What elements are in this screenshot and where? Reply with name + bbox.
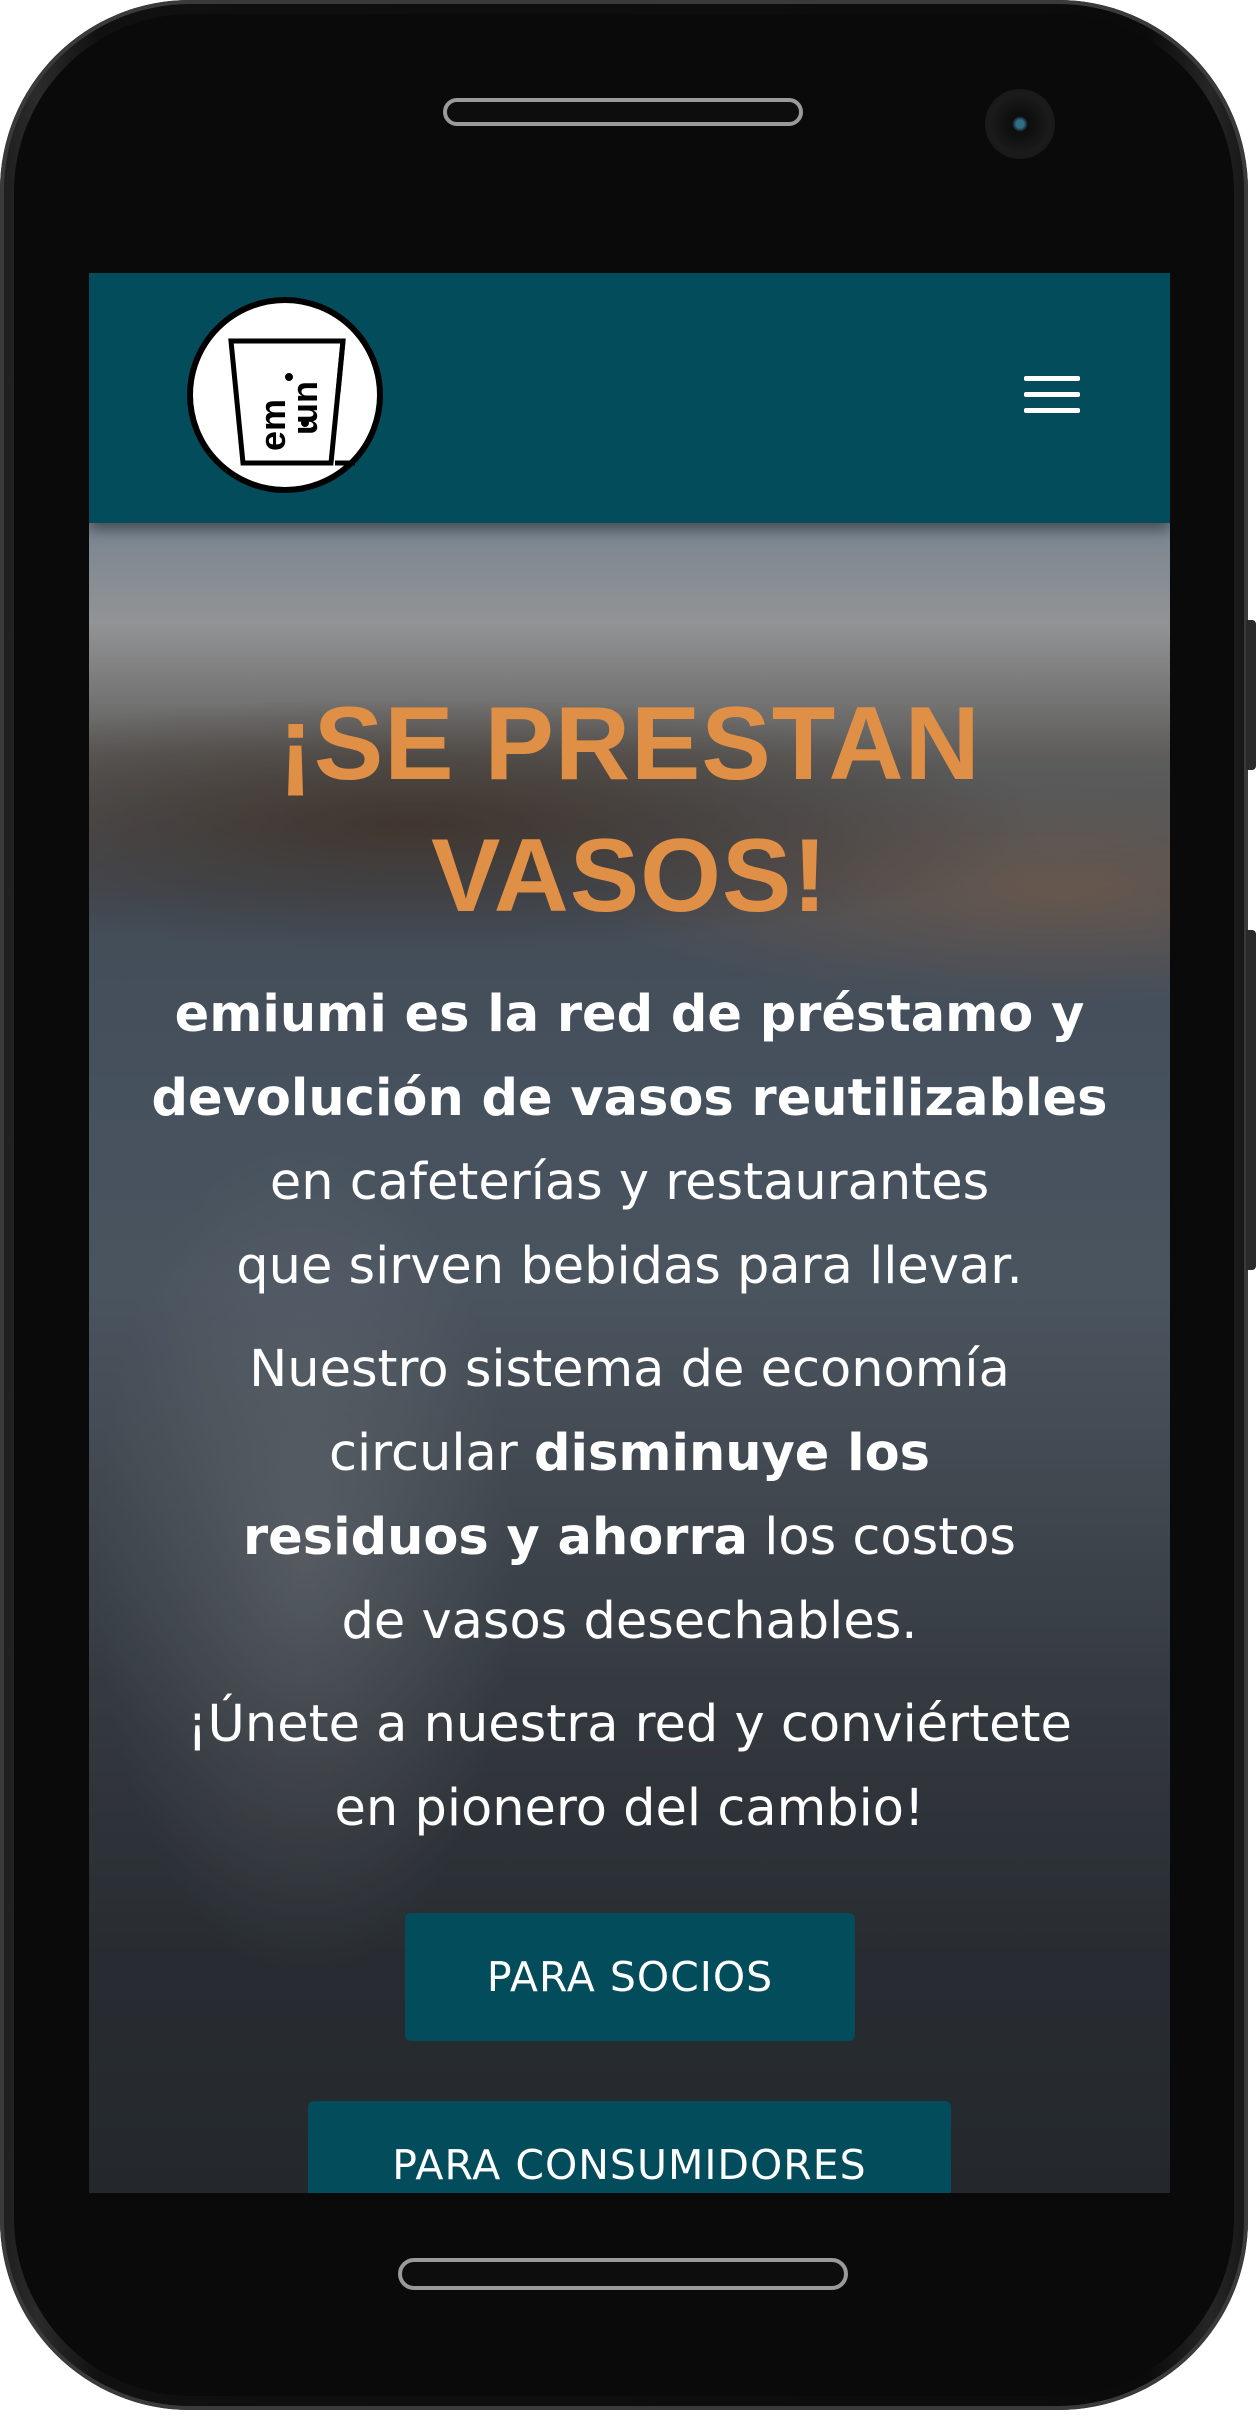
economy-line-3-bold: residuos y ahorra xyxy=(243,1508,749,1567)
front-camera xyxy=(985,89,1055,159)
intro-line-3: en cafeterías y restaurantes xyxy=(269,1153,990,1212)
para-socios-button[interactable]: PARA SOCIOS xyxy=(405,1913,855,2041)
intro-line-4: que sirven bebidas para llevar. xyxy=(236,1237,1023,1296)
power-button xyxy=(1246,930,1256,1270)
menu-bar-bottom xyxy=(1024,408,1080,413)
svg-text:um: um xyxy=(290,381,331,435)
para-consumidores-button[interactable]: PARA CONSUMIDORES xyxy=(308,2101,951,2193)
phone-frame: em um ¡SE PRESTAN VASOS! emiumi es la re… xyxy=(0,0,1256,2410)
join-paragraph: ¡Únete a nuestra red y conviértete en pi… xyxy=(129,1683,1130,1851)
title-line-2: VASOS! xyxy=(430,818,828,934)
economy-line-2-bold: disminuye los xyxy=(533,1424,931,1483)
join-line-1: ¡Únete a nuestra red y conviértete xyxy=(187,1695,1072,1754)
intro-bold-line-2: devolución de vasos reutilizables xyxy=(151,1069,1108,1128)
title-line-1: ¡SE PRESTAN xyxy=(278,686,981,802)
intro-bold-line-1: emiumi es la red de préstamo y xyxy=(174,985,1085,1044)
economy-line-3-normal: los costos xyxy=(748,1508,1016,1567)
hamburger-menu-icon[interactable] xyxy=(1024,376,1084,418)
menu-bar-middle xyxy=(1024,392,1080,397)
menu-bar-top xyxy=(1024,376,1080,381)
svg-text:em: em xyxy=(252,399,293,451)
hero-title: ¡SE PRESTAN VASOS! xyxy=(89,678,1170,942)
economy-line-2-normal: circular xyxy=(328,1424,534,1483)
economy-line-4: de vasos desechables. xyxy=(341,1592,918,1651)
volume-button xyxy=(1246,620,1256,770)
intro-paragraph: emiumi es la red de préstamo y devolució… xyxy=(129,973,1130,1309)
economy-paragraph: Nuestro sistema de economía circular dis… xyxy=(129,1328,1130,1664)
cup-logo-icon: em um xyxy=(228,338,355,466)
home-bar xyxy=(398,2258,848,2290)
join-line-2: en pionero del cambio! xyxy=(334,1779,925,1838)
site-header: em um xyxy=(89,273,1170,523)
emiumi-logo[interactable]: em um xyxy=(187,297,383,493)
earpiece-speaker xyxy=(443,98,803,126)
economy-line-1: Nuestro sistema de economía xyxy=(249,1340,1010,1399)
screen: em um ¡SE PRESTAN VASOS! emiumi es la re… xyxy=(89,273,1170,2193)
